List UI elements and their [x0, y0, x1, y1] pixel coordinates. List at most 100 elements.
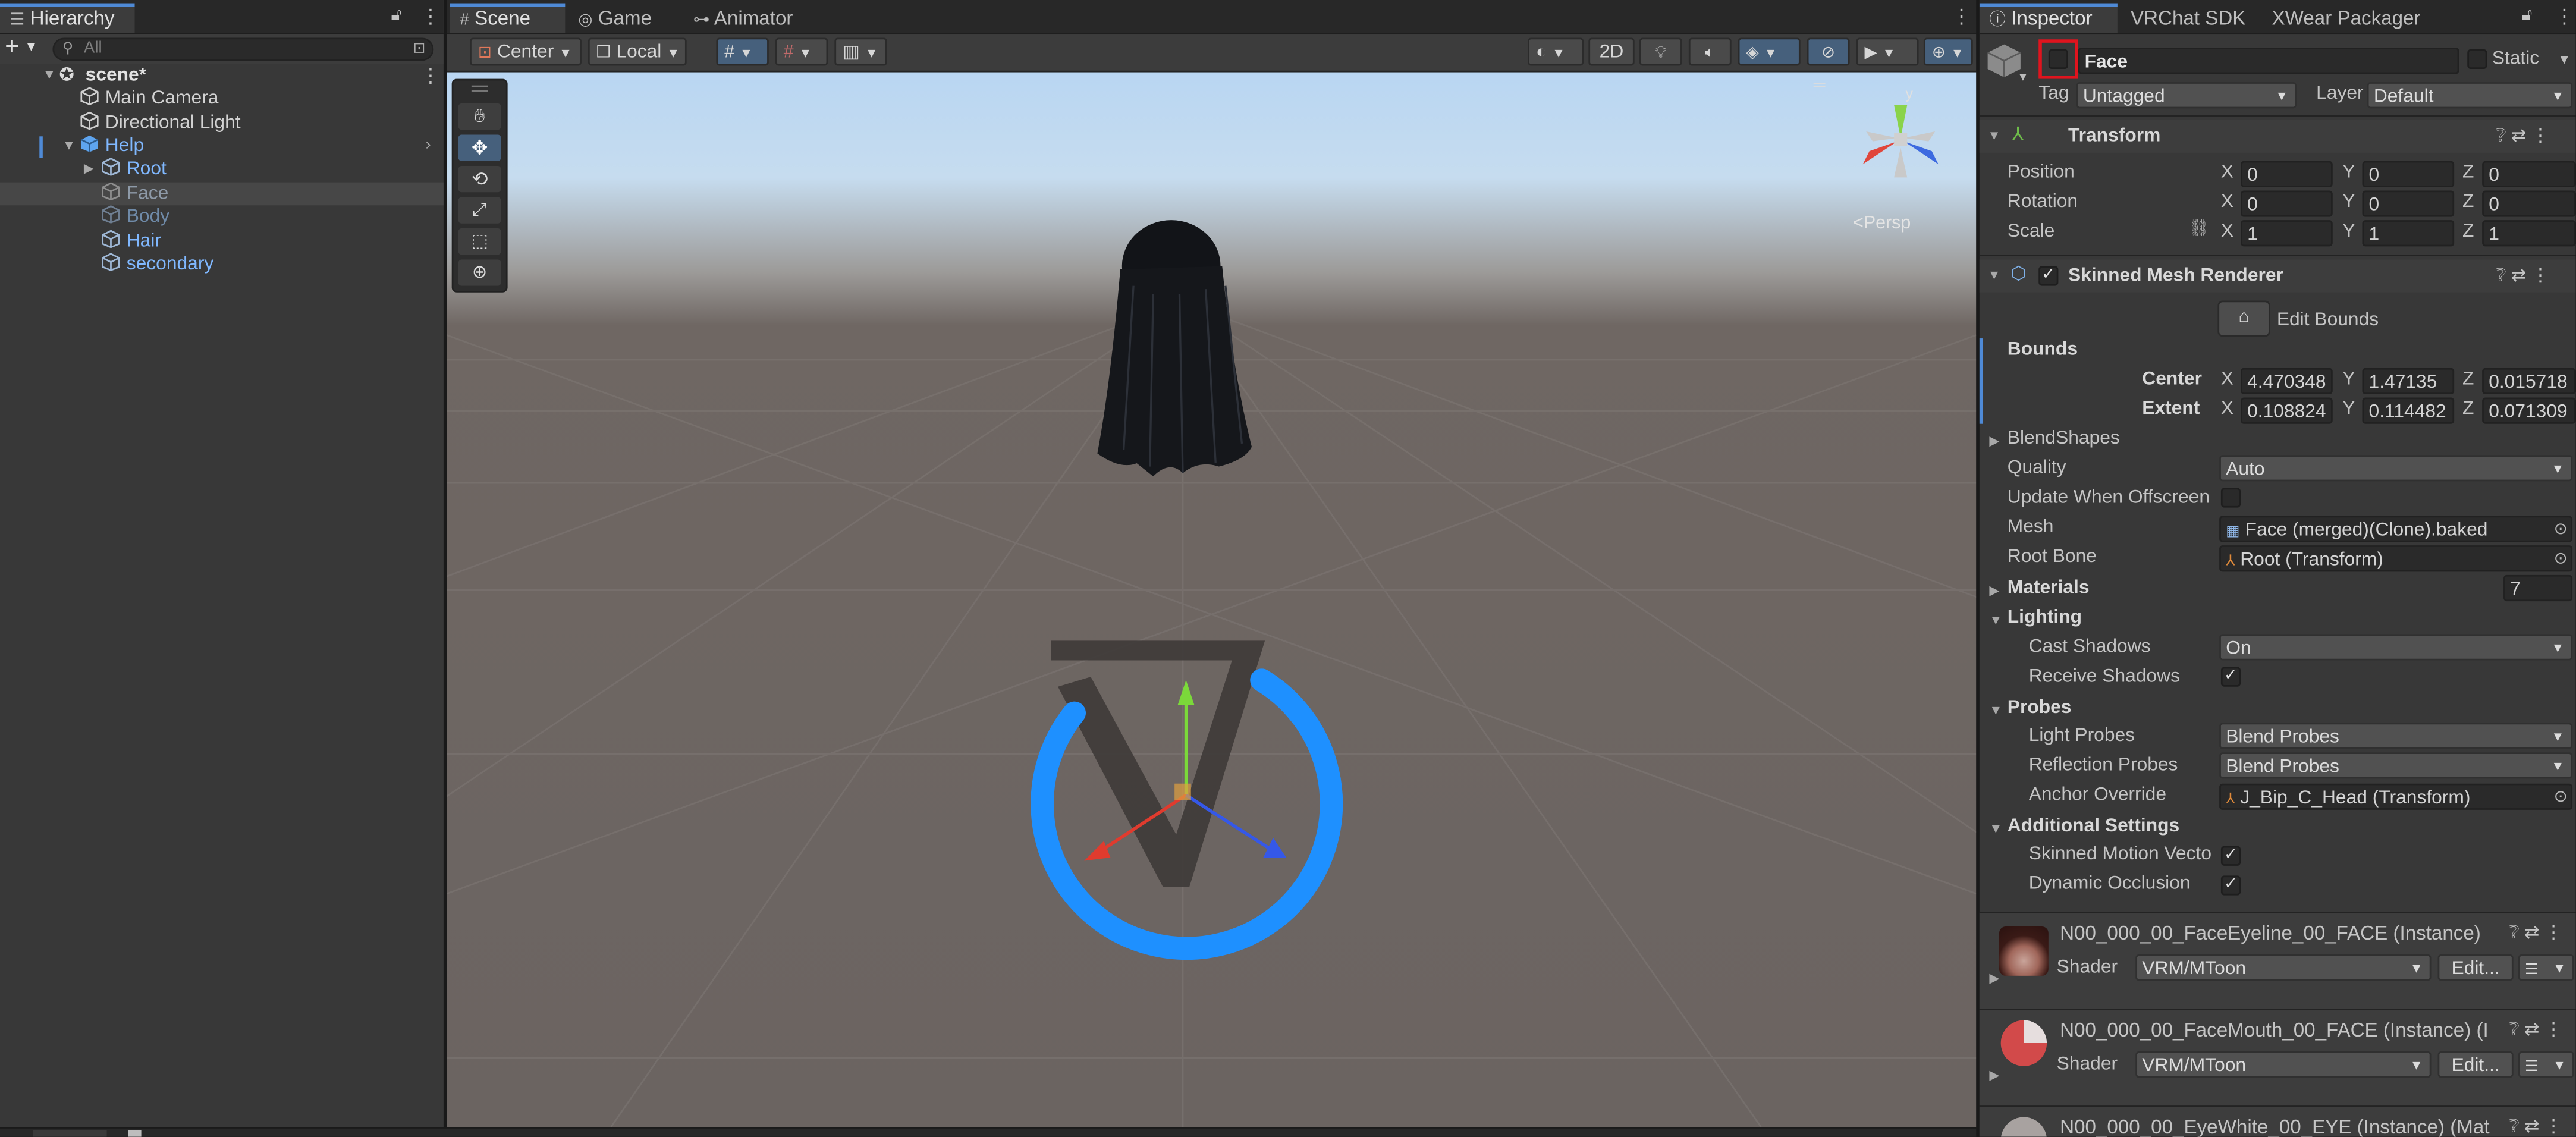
extent-y-field[interactable]: 0.114482 [2362, 397, 2455, 424]
chevron-down-icon[interactable]: ▼ [24, 39, 37, 54]
component-icons[interactable]: ❔︎ ⇄ ⋮ [2508, 922, 2562, 945]
orientation-gizmo[interactable]: y [1843, 82, 1958, 197]
toggle-2d-button[interactable]: 2D [1588, 37, 1635, 66]
rotation-z-field[interactable]: 0 [2482, 190, 2576, 217]
list-item[interactable]: Directional Light [0, 111, 444, 135]
rect-tool-icon[interactable]: ⬚ [458, 228, 501, 255]
component-icons[interactable]: ❔︎ ⇄ ⋮ [2495, 265, 2549, 288]
gizmos-dropdown[interactable]: ⊕ ▼ [1923, 37, 1973, 66]
tab-scene[interactable]: # Scene [450, 3, 566, 33]
materials-count-field[interactable]: 7 [2503, 574, 2573, 602]
lock-icon[interactable]: 🔓︎ [2521, 7, 2532, 26]
dynamic-occlusion-checkbox[interactable]: ✓ [2220, 875, 2241, 896]
materials-foldout[interactable]: Materials [2008, 578, 2090, 598]
shader-options-button[interactable]: ☰ ▼ [2518, 1051, 2574, 1078]
quality-dropdown[interactable]: Auto ▼ [2219, 455, 2573, 482]
list-item[interactable]: ▶ Root [0, 158, 444, 181]
blendshapes-foldout[interactable]: BlendShapes [2008, 429, 2120, 448]
anchor-override-field[interactable]: ⅄ J_Bip_C_Head (Transform) ⊙ [2219, 783, 2573, 810]
rotation-y-field[interactable]: 0 [2362, 190, 2455, 217]
cast-shadows-dropdown[interactable]: On ▼ [2219, 634, 2573, 661]
position-x-field[interactable]: 0 [2241, 161, 2333, 187]
expand-arrow-icon[interactable]: ▶ [84, 158, 94, 181]
scene-viewport[interactable]: ✋︎ ✥ ⟲ ⤢ ⬚ ⊕ y ═ <Persp [447, 72, 1977, 1127]
list-item[interactable]: ▼ Help › [0, 135, 444, 158]
additional-settings-foldout[interactable]: Additional Settings [2008, 816, 2179, 836]
persp-label[interactable]: <Persp [1853, 213, 1911, 233]
list-item-selected[interactable]: Face [0, 182, 444, 206]
lock-icon[interactable]: 🔓︎ [391, 7, 401, 26]
scale-z-field[interactable]: 1 [2482, 220, 2576, 247]
component-icons[interactable]: ❔︎ ⇄ ⋮ [2508, 1019, 2562, 1042]
chevron-right-icon[interactable]: › [425, 135, 431, 158]
more-menu-icon[interactable]: ⋮ [420, 7, 440, 26]
tab-hierarchy[interactable]: ☰ Hierarchy [0, 3, 135, 33]
static-dropdown-arrow[interactable]: ▼ [2558, 52, 2571, 67]
increment-snap-button[interactable]: ▥ ▼ [834, 37, 887, 66]
receive-shadows-checkbox[interactable]: ✓ [2220, 667, 2241, 687]
component-icons[interactable]: ❔︎ ⇄ ⋮ [2508, 1116, 2562, 1137]
tab-animator[interactable]: ⊶ Animator [683, 4, 831, 33]
probes-foldout[interactable]: Probes [2008, 698, 2072, 718]
scale-x-field[interactable]: 1 [2241, 220, 2333, 247]
transform-tool-icon[interactable]: ⊕ [458, 259, 501, 286]
expand-arrow-icon[interactable]: ▶ [1989, 1068, 1999, 1083]
tab-inspector[interactable]: ⓘ Inspector [1979, 3, 2118, 33]
draw-mode-dropdown[interactable]: ◐ ▼ [1528, 37, 1584, 66]
tag-dropdown[interactable]: Untagged ▼ [2076, 82, 2297, 109]
filter-icon[interactable]: ⊡ [413, 39, 426, 57]
shader-dropdown[interactable]: VRM/MToon ▼ [2135, 954, 2432, 981]
object-name-field[interactable]: Face [2078, 48, 2459, 74]
expand-arrow-icon[interactable]: ▼ [43, 64, 56, 87]
scene-visibility-button[interactable]: ⊘ [1807, 37, 1850, 66]
position-y-field[interactable]: 0 [2362, 161, 2455, 187]
edit-bounds-button[interactable]: ⌂ [2217, 300, 2270, 337]
position-z-field[interactable]: 0 [2482, 161, 2576, 187]
list-item[interactable]: secondary [0, 253, 444, 276]
rotate-tool-icon[interactable]: ⟲ [458, 166, 501, 193]
mesh-field[interactable]: ▦ Face (merged)(Clone).baked ⊙ [2219, 516, 2573, 542]
light-probes-dropdown[interactable]: Blend Probes ▼ [2219, 723, 2573, 749]
chevron-down-icon[interactable]: ▼ [2017, 73, 2028, 84]
expand-arrow-icon[interactable]: ▼ [62, 135, 76, 158]
component-icons[interactable]: ❔︎ ⇄ ⋮ [2495, 125, 2549, 148]
tab-xwear-packager[interactable]: XWear Packager [2262, 4, 2443, 33]
active-checkbox[interactable] [2048, 49, 2068, 70]
update-offscreen-checkbox[interactable] [2220, 488, 2241, 508]
more-menu-icon[interactable]: ⋮ [2555, 7, 2574, 26]
camera-settings-dropdown[interactable]: ▶ ▼ [1856, 37, 1919, 66]
object-picker-icon[interactable]: ⊙ [2554, 785, 2568, 808]
grid-settings-button[interactable]: # ▼ [775, 37, 828, 66]
effects-dropdown[interactable]: ◈ ▼ [1738, 37, 1801, 66]
shader-dropdown[interactable]: VRM/MToon ▼ [2135, 1051, 2432, 1078]
transform-header[interactable]: ▼ ⅄ Transform ❔︎ ⇄ ⋮ [1979, 120, 2576, 153]
move-tool-icon[interactable]: ✥ [458, 134, 501, 161]
edit-shader-button[interactable]: Edit... [2437, 954, 2514, 981]
object-picker-icon[interactable]: ⊙ [2554, 517, 2568, 541]
scale-y-field[interactable]: 1 [2362, 220, 2455, 247]
add-icon[interactable]: + [5, 33, 19, 61]
skinned-motion-checkbox[interactable]: ✓ [2220, 846, 2241, 866]
root-bone-field[interactable]: ⅄ Root (Transform) ⊙ [2219, 545, 2573, 572]
component-enabled-checkbox[interactable]: ✓ [2038, 266, 2059, 286]
expand-arrow-icon[interactable]: ▶ [1989, 434, 1999, 448]
expand-arrow-icon[interactable]: ▶ [1989, 971, 1999, 986]
scene-menu-icon[interactable]: ⋮ [420, 66, 440, 86]
static-checkbox[interactable] [2467, 49, 2487, 70]
object-picker-icon[interactable]: ⊙ [2554, 547, 2568, 570]
scene-row[interactable]: ▼ ✪ scene* ⋮ [0, 64, 444, 87]
extent-z-field[interactable]: 0.071309 [2482, 397, 2576, 424]
search-input[interactable]: ⚲ All ⊡ [52, 37, 434, 61]
lighting-toggle-button[interactable]: 💡︎ [1639, 37, 1682, 66]
scale-tool-icon[interactable]: ⤢ [458, 197, 501, 224]
audio-toggle-button[interactable]: 🔈︎ [1688, 37, 1732, 66]
pivot-center-dropdown[interactable]: ⊡ Center ▼ [470, 37, 582, 66]
more-menu-icon[interactable]: ⋮ [1952, 7, 1971, 26]
list-item[interactable]: Body [0, 205, 444, 228]
skinned-mesh-renderer-header[interactable]: ▼ ⬡ ✓ Skinned Mesh Renderer ❔︎ ⇄ ⋮ [1979, 259, 2576, 293]
center-x-field[interactable]: 4.470348 [2241, 368, 2333, 394]
layer-dropdown[interactable]: Default ▼ [2367, 82, 2573, 109]
rotation-x-field[interactable]: 0 [2241, 190, 2333, 217]
list-item[interactable]: Hair [0, 230, 444, 253]
lighting-foldout[interactable]: Lighting [2008, 608, 2082, 627]
